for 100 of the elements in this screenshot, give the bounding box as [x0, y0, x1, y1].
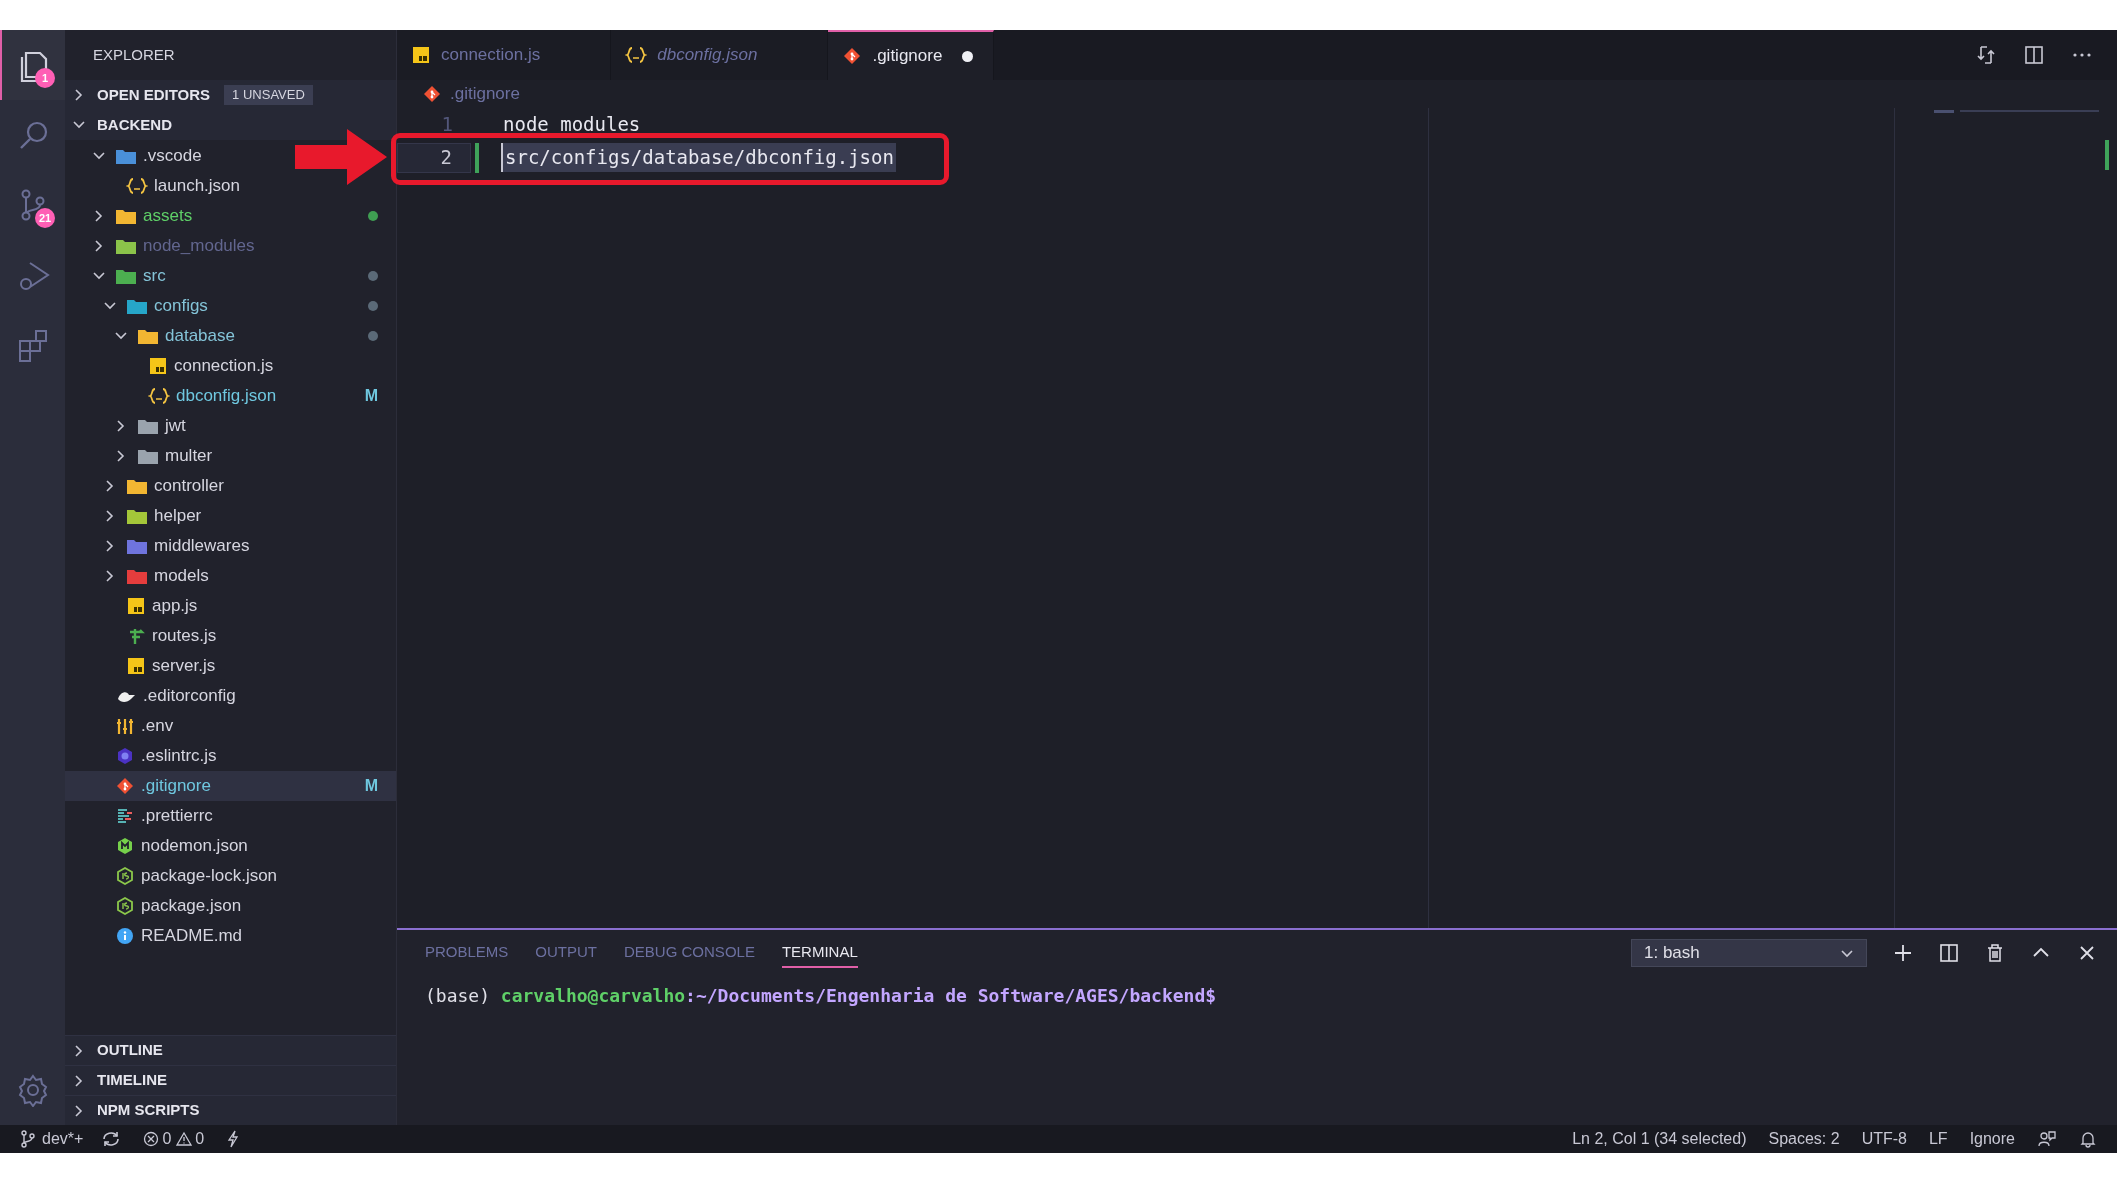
editor-tab[interactable]: .gitignore — [828, 30, 995, 80]
file-tree-item[interactable]: routes.js — [102, 621, 217, 651]
file-name: models — [154, 565, 209, 588]
file-name: dbconfig.json — [176, 385, 277, 408]
file-name: app.js — [152, 595, 198, 618]
file-name: configs — [154, 295, 208, 318]
nodemon-icon — [115, 837, 135, 855]
file-tree-item[interactable]: launch.json — [102, 171, 240, 201]
section-header[interactable]: BACKEND — [65, 110, 396, 140]
split-terminal-icon[interactable] — [1939, 943, 1959, 963]
tab-label: connection.js — [441, 44, 541, 67]
file-name: assets — [143, 205, 193, 228]
file-tree-item[interactable]: .env — [91, 711, 174, 741]
file-name: routes.js — [152, 625, 217, 648]
file-name: database — [165, 325, 235, 348]
file-tree-item[interactable]: .prettierrc — [91, 801, 213, 831]
status-item[interactable]: UTF-8 — [1861, 1127, 1907, 1151]
section-header[interactable]: OUTLINE — [65, 1035, 396, 1065]
file-name: launch.json — [154, 175, 240, 198]
trash-icon[interactable] — [1985, 943, 2005, 963]
tab-label: .gitignore — [872, 45, 943, 68]
file-tree-item[interactable]: src — [91, 261, 166, 291]
warning-icon — [176, 1131, 193, 1147]
file-tree-item[interactable]: server.js — [102, 651, 216, 681]
hexagon-icon — [115, 747, 135, 765]
file-tree-item[interactable]: helper — [102, 501, 202, 531]
sidebar-title: EXPLORER — [92, 44, 176, 65]
file-tree-item[interactable]: .editorconfig — [91, 681, 236, 711]
status-item[interactable]: Spaces: 2 — [1768, 1127, 1840, 1151]
braces-icon — [148, 387, 170, 405]
file-name: helper — [154, 505, 202, 528]
terminal-dropdown[interactable]: 1: bash — [1631, 939, 1867, 967]
file-tree-item[interactable]: connection.js — [124, 351, 274, 381]
file-name: package-lock.json — [141, 865, 278, 888]
js-file-icon — [126, 657, 146, 675]
file-tree-item[interactable]: assets — [91, 201, 193, 231]
git-diamond-icon — [115, 777, 135, 795]
modified-label: M — [364, 386, 378, 406]
status-item[interactable]: Ignore — [1969, 1127, 2015, 1151]
file-tree-item[interactable]: nodemon.json — [91, 831, 248, 861]
git-diamond-icon — [422, 85, 442, 103]
section-title: TIMELINE — [97, 1070, 167, 1091]
line-number: 2 — [397, 142, 471, 173]
file-name: .eslintrc.js — [141, 745, 217, 768]
notification-badge: 21 — [35, 208, 55, 228]
file-name: server.js — [152, 655, 216, 678]
file-tree-item[interactable]: multer — [113, 441, 213, 471]
compare-changes-icon[interactable] — [1975, 44, 1997, 66]
file-name: connection.js — [174, 355, 274, 378]
bell-icon[interactable] — [2079, 1130, 2097, 1148]
file-name: .gitignore — [141, 775, 211, 798]
node-hexagon-icon — [115, 897, 135, 915]
file-name: nodemon.json — [141, 835, 248, 858]
file-tree-item[interactable]: configs — [102, 291, 208, 321]
file-tree-item[interactable]: middlewares — [102, 531, 250, 561]
file-tree-item[interactable]: README.md — [91, 921, 243, 951]
file-tree-item[interactable]: .vscode — [91, 141, 202, 171]
js-file-icon — [411, 46, 431, 64]
file-name: jwt — [165, 415, 186, 438]
branch-indicator[interactable]: dev*+ — [20, 1127, 84, 1151]
file-tree-item[interactable]: dbconfig.json — [124, 381, 277, 411]
file-name: multer — [165, 445, 213, 468]
file-tree-item[interactable]: jwt — [113, 411, 186, 441]
js-file-icon — [148, 357, 168, 375]
panel-tab[interactable]: TERMINAL — [781, 938, 858, 968]
file-name: .vscode — [143, 145, 202, 168]
section-title: OPEN EDITORS — [97, 84, 211, 105]
file-tree-item[interactable]: .eslintrc.js — [91, 741, 217, 771]
file-tree-item[interactable]: models — [102, 561, 209, 591]
file-tree-item[interactable]: controller — [102, 471, 224, 501]
lightning-icon[interactable] — [226, 1130, 241, 1148]
prettier-lines-icon — [115, 807, 135, 825]
plus-icon[interactable] — [1893, 943, 1913, 963]
sliders-icon — [115, 717, 135, 735]
braces-icon — [126, 177, 148, 195]
status-item[interactable]: Ln 2, Col 1 (34 selected) — [1572, 1127, 1747, 1151]
file-tree-item[interactable]: database — [113, 321, 235, 351]
status-item[interactable]: LF — [1928, 1127, 1948, 1151]
file-tree-item[interactable]: package-lock.json — [91, 861, 278, 891]
section-header[interactable]: OPEN EDITORS 1 UNSAVED — [65, 80, 396, 110]
file-tree-item[interactable]: .gitignore — [91, 771, 211, 801]
problems-indicator[interactable]: 0 0 — [143, 1127, 205, 1151]
section-header[interactable]: TIMELINE — [65, 1065, 396, 1095]
arrow-icon — [295, 129, 387, 185]
unsaved-badge: 1 UNSAVED — [224, 85, 313, 105]
terminal-prompt: (base) carvalho@carvalho:~/Documents/Engenharia de Software/AGES/backend$ — [424, 984, 1218, 1008]
section-header[interactable]: NPM SCRIPTS — [65, 1095, 396, 1125]
split-editor-icon[interactable] — [2023, 44, 2045, 66]
git-diamond-icon — [842, 47, 863, 65]
feedback-icon[interactable] — [2037, 1130, 2057, 1148]
info-icon — [115, 927, 135, 945]
file-tree-item[interactable]: app.js — [102, 591, 198, 621]
section-title: NPM SCRIPTS — [97, 1100, 200, 1121]
modified-label: M — [364, 776, 378, 796]
sync-icon[interactable] — [101, 1130, 122, 1148]
file-tree-item[interactable]: package.json — [91, 891, 242, 921]
file-name: node_modules — [143, 235, 255, 258]
file-name: middlewares — [154, 535, 250, 558]
section-title: OUTLINE — [97, 1040, 163, 1061]
braces-icon — [625, 46, 648, 64]
